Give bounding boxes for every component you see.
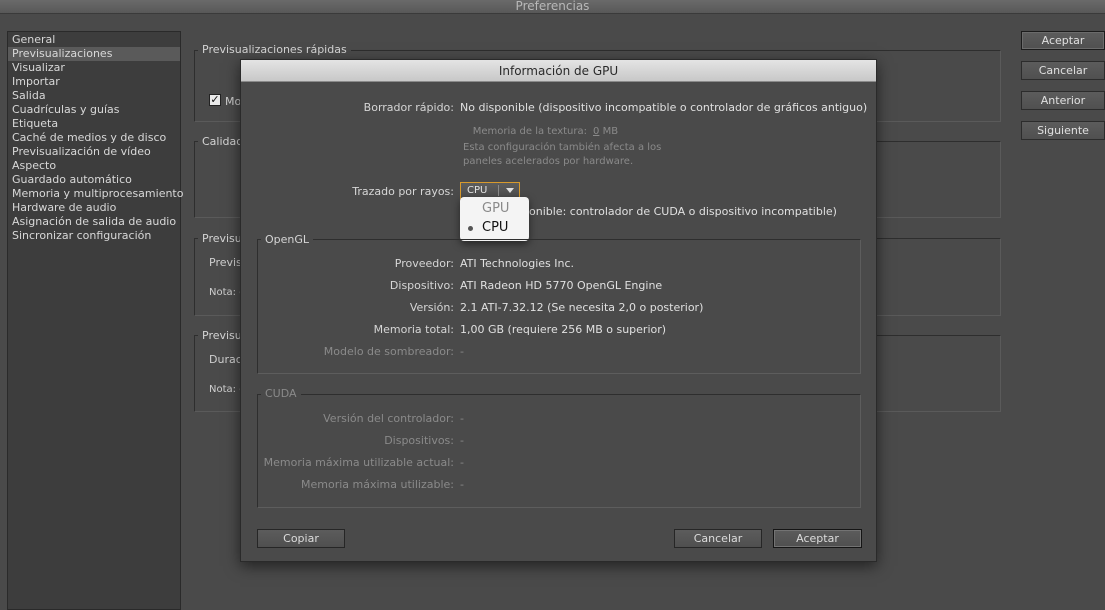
- sidebar-item[interactable]: Caché de medios y de disco: [8, 131, 180, 145]
- info-row-label: Memoria máxima utilizable actual:: [263, 456, 454, 469]
- ray-trace-selected: CPU: [467, 185, 488, 196]
- info-row-label: Versión:: [409, 301, 454, 314]
- sidebar-item[interactable]: Cuadrículas y guías: [8, 103, 180, 117]
- info-row-value: -: [460, 478, 464, 491]
- preview-group-2-title: Previsu: [198, 232, 246, 245]
- hw-note-line-2: paneles acelerados por hardware.: [463, 156, 634, 167]
- info-row-value: -: [460, 345, 464, 358]
- sidebar-item[interactable]: General: [8, 33, 180, 47]
- sidebar-item[interactable]: Salida: [8, 89, 180, 103]
- dialog-cancel-button[interactable]: Cancelar: [674, 529, 762, 548]
- sidebar-item[interactable]: Hardware de audio: [8, 201, 180, 215]
- selected-bullet-icon: [468, 226, 473, 231]
- cuda-title: CUDA: [261, 387, 301, 400]
- texture-memory-unit: MB: [602, 126, 619, 137]
- info-row-value: 2.1 ATI-7.32.12 (Se necesita 2,0 o poste…: [460, 301, 704, 314]
- sidebar-item[interactable]: Etiqueta: [8, 117, 180, 131]
- info-row-value: ATI Radeon HD 5770 OpenGL Engine: [460, 279, 663, 292]
- info-row-value: -: [460, 456, 464, 469]
- info-row-label: Versión del controlador:: [323, 412, 454, 425]
- info-row-label: Proveedor:: [394, 257, 454, 270]
- opengl-title: OpenGL: [261, 233, 314, 246]
- fast-draft-value: No disponible (dispositivo incompatible …: [460, 101, 868, 114]
- preferences-cancel-button[interactable]: Cancelar: [1021, 61, 1105, 80]
- hw-note-line-1: Esta configuración también afecta a los: [463, 142, 662, 153]
- fast-previews-title: Previsualizaciones rápidas: [198, 43, 351, 56]
- info-row-value: -: [460, 412, 464, 425]
- copy-button[interactable]: Copiar: [257, 529, 345, 548]
- preferences-sidebar: General Previsualizaciones Visualizar Impor…: [7, 31, 183, 610]
- sidebar-item[interactable]: Previsualización de vídeo: [8, 145, 180, 159]
- sidebar-item[interactable]: Aspecto: [8, 159, 180, 173]
- checkbox-label: Mo: [225, 95, 242, 108]
- sidebar-item[interactable]: Guardado automático: [8, 173, 180, 187]
- sidebar-item[interactable]: Sincronizar configuración: [8, 229, 180, 243]
- sidebar-item[interactable]: Importar: [8, 75, 180, 89]
- dialog-ok-button[interactable]: Aceptar: [773, 529, 862, 548]
- dropdown-separator: [498, 185, 499, 196]
- preview-group-3-title: Previsu: [198, 329, 246, 342]
- sidebar-item[interactable]: Previsualizaciones: [8, 47, 180, 61]
- menu-item-gpu[interactable]: GPU: [482, 201, 509, 216]
- preview-3-line: Durac: [209, 353, 242, 366]
- preferences-next-button[interactable]: Siguiente: [1021, 121, 1105, 140]
- info-row-label: Memoria total:: [373, 323, 454, 336]
- sidebar-item[interactable]: Visualizar: [8, 61, 180, 75]
- gpu-info-dialog: Información de GPU Borrador rápido: No d…: [240, 59, 877, 562]
- info-row-label: Modelo de sombreador:: [323, 345, 454, 358]
- preferences-ok-button[interactable]: Aceptar: [1021, 31, 1105, 50]
- preview-2-line: Previs: [209, 256, 242, 269]
- chevron-down-icon: [506, 188, 514, 193]
- info-row-value: -: [460, 434, 464, 447]
- texture-memory-value-wrap: 0 MB: [593, 126, 618, 137]
- menu-item-cpu[interactable]: CPU: [482, 220, 508, 235]
- sidebar-item[interactable]: Memoria y multiprocesamiento: [8, 187, 183, 201]
- fast-draft-label: Borrador rápido:: [363, 101, 454, 114]
- info-row-value: ATI Technologies Inc.: [460, 257, 575, 270]
- info-row-label: Dispositivos:: [384, 434, 454, 447]
- info-row-label: Memoria máxima utilizable:: [301, 478, 454, 491]
- texture-memory-label: Memoria de la textura:: [472, 126, 587, 137]
- preferences-previous-button[interactable]: Anterior: [1021, 91, 1105, 110]
- ray-trace-popup-menu: GPU CPU: [460, 197, 529, 241]
- texture-memory-value[interactable]: 0: [593, 126, 599, 137]
- sidebar-item[interactable]: Asignación de salida de audio: [8, 215, 180, 229]
- window-title: Preferencias: [0, 0, 1105, 14]
- ray-trace-label: Trazado por rayos:: [352, 185, 454, 198]
- dialog-title: Información de GPU: [241, 60, 876, 82]
- ray-trace-status: onible: controlador de CUDA o dispositiv…: [529, 205, 837, 218]
- fast-preview-checkbox[interactable]: ✓: [209, 94, 221, 106]
- info-row-value: 1,00 GB (requiere 256 MB o superior): [460, 323, 667, 336]
- info-row-label: Dispositivo:: [389, 279, 454, 292]
